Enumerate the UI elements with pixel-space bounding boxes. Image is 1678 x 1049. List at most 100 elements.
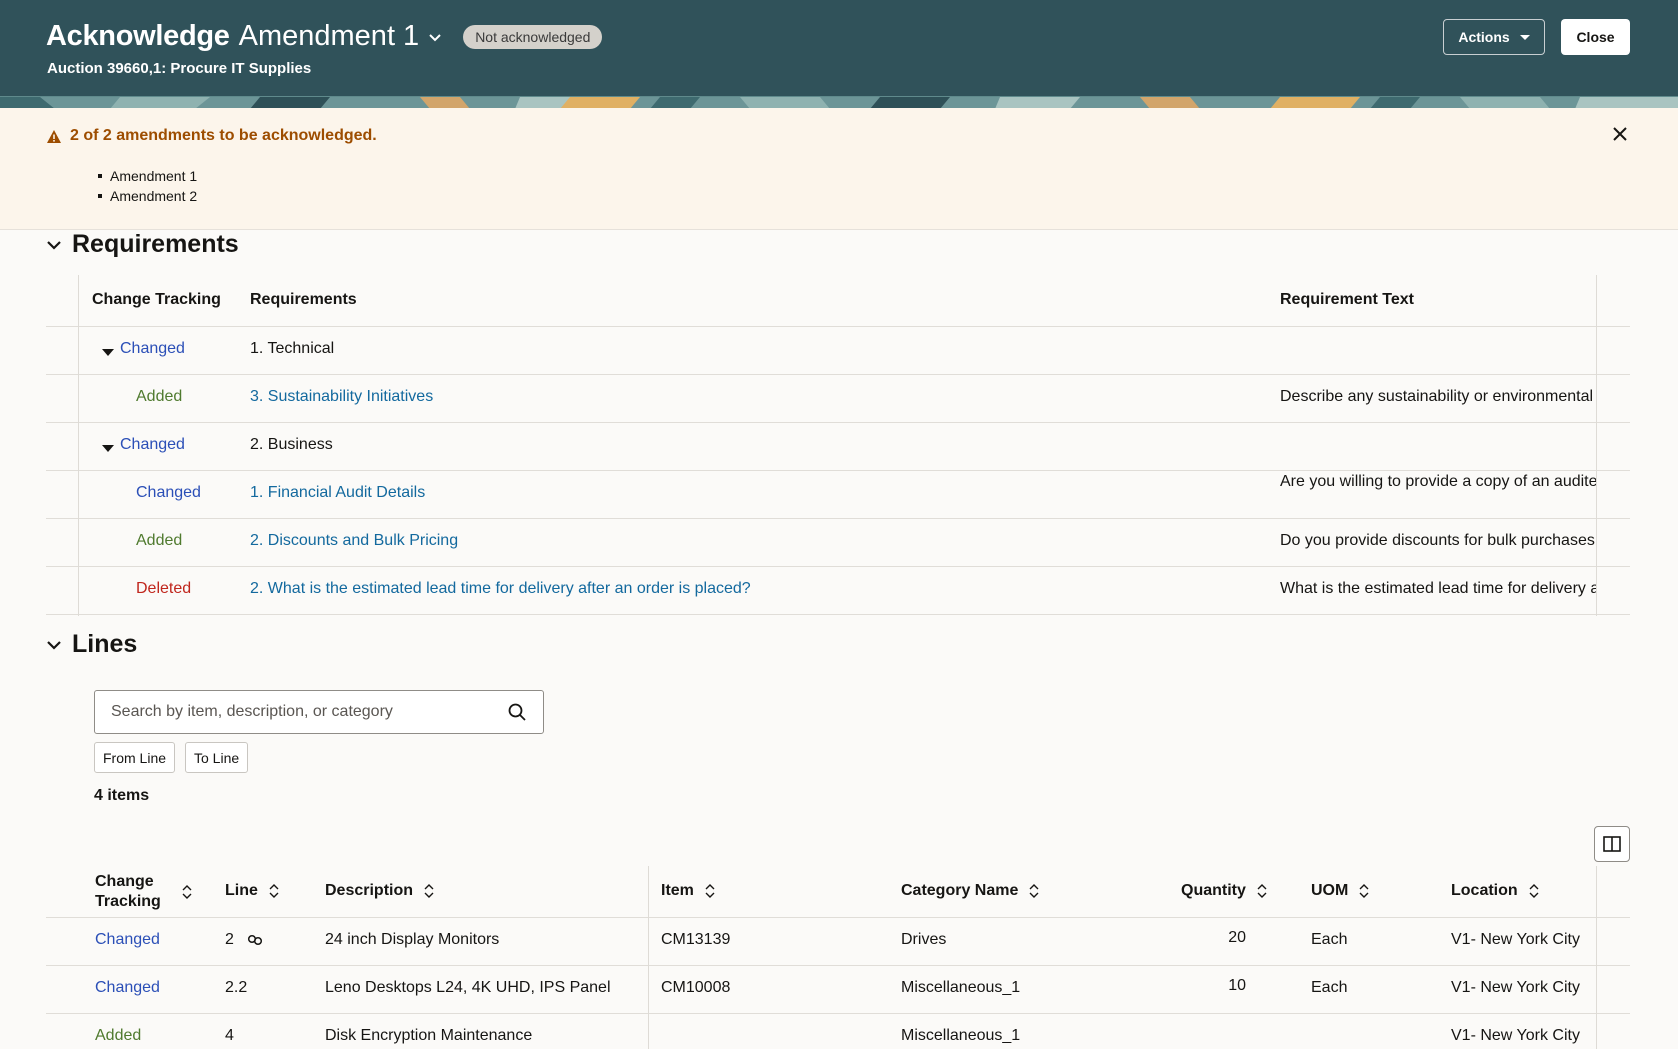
- requirement-text: What is the estimated lead time for deli…: [1280, 580, 1596, 597]
- column-divider: [1596, 866, 1597, 1049]
- column-header-category[interactable]: Category Name: [901, 882, 1040, 900]
- change-status[interactable]: Changed: [120, 340, 185, 358]
- sort-icon[interactable]: [181, 885, 193, 899]
- column-manager-button[interactable]: [1594, 826, 1630, 862]
- column-divider: [648, 866, 649, 1049]
- line-number: 4: [225, 1027, 234, 1044]
- to-line-filter[interactable]: To Line: [185, 742, 249, 773]
- column-header-uom[interactable]: UOM: [1311, 882, 1370, 900]
- requirement-text: Describe any sustainability or environme…: [1280, 388, 1594, 405]
- requirement-text: Do you provide discounts for bulk purcha…: [1280, 532, 1595, 549]
- line-quantity: 10: [1228, 977, 1246, 994]
- change-status: Added: [136, 388, 183, 405]
- requirement-link[interactable]: 1. Financial Audit Details: [250, 484, 425, 502]
- lines-search-box[interactable]: [94, 690, 544, 734]
- header-label: UOM: [1311, 882, 1349, 899]
- requirement-link[interactable]: 2. Discounts and Bulk Pricing: [250, 532, 458, 550]
- column-divider: [1596, 275, 1597, 616]
- table-row[interactable]: Changed 1. Technical: [46, 327, 1630, 375]
- column-header-change-tracking[interactable]: Change Tracking: [95, 872, 215, 912]
- change-status[interactable]: Changed: [95, 979, 160, 997]
- line-location: V1- New York City: [1451, 931, 1580, 948]
- amendment-selector-label[interactable]: Amendment 1: [239, 20, 420, 53]
- column-header-quantity[interactable]: Quantity: [1181, 882, 1268, 900]
- column-header[interactable]: Requirement Text: [1280, 291, 1414, 309]
- header-label: Location: [1451, 882, 1518, 899]
- column-header[interactable]: Change Tracking: [92, 291, 221, 309]
- line-uom: Each: [1311, 931, 1348, 948]
- table-row[interactable]: Deleted 2. What is the estimated lead ti…: [46, 567, 1630, 615]
- line-description: 24 inch Display Monitors: [325, 931, 500, 948]
- column-header-line[interactable]: Line: [225, 882, 280, 900]
- caret-down-icon[interactable]: [102, 349, 114, 356]
- sort-icon[interactable]: [1358, 884, 1370, 898]
- actions-label: Actions: [1458, 29, 1510, 45]
- line-description: Leno Desktops L24, 4K UHD, IPS Panel: [325, 979, 611, 996]
- line-category: Drives: [901, 931, 947, 948]
- table-row[interactable]: Added 3. Sustainability Initiatives Desc…: [46, 375, 1630, 423]
- table-header: Change Tracking Requirements Requirement…: [46, 275, 1630, 327]
- caret-down-icon[interactable]: [102, 445, 114, 452]
- chevron-down-icon[interactable]: [427, 29, 443, 45]
- chevron-down-icon[interactable]: [46, 237, 62, 253]
- close-icon[interactable]: [1610, 124, 1630, 144]
- change-status[interactable]: Changed: [95, 931, 160, 949]
- table-row[interactable]: Changed 2. Business: [46, 423, 1630, 471]
- sort-icon[interactable]: [1256, 884, 1268, 898]
- change-status[interactable]: Changed: [120, 436, 185, 454]
- columns-icon: [1603, 836, 1621, 852]
- column-divider: [78, 275, 79, 616]
- line-item: CM10008: [661, 979, 731, 996]
- page-title: Acknowledge: [46, 20, 230, 52]
- change-status: Added: [136, 532, 183, 549]
- column-header-item[interactable]: Item: [661, 882, 716, 900]
- header-label: Category Name: [901, 882, 1019, 899]
- change-status: Deleted: [136, 580, 192, 597]
- line-uom: Each: [1311, 979, 1348, 996]
- table-row[interactable]: Changed 1. Financial Audit Details Are y…: [46, 471, 1630, 519]
- table-header: Change Tracking Line Description Item Ca…: [46, 866, 1630, 918]
- table-row[interactable]: Added 4 Disk Encryption Maintenance Misc…: [46, 1014, 1630, 1049]
- line-number: 2: [225, 931, 234, 948]
- requirement-text: Are you willing to provide a copy of an …: [1280, 473, 1596, 490]
- from-line-filter[interactable]: From Line: [94, 742, 176, 773]
- requirement-link[interactable]: 2. What is the estimated lead time for d…: [250, 580, 751, 598]
- requirement-name: 2. Business: [250, 436, 333, 453]
- line-item: CM13139: [661, 931, 731, 948]
- lines-section-header[interactable]: Lines: [46, 630, 137, 659]
- warning-message: 2 of 2 amendments to be acknowledged.: [70, 127, 377, 144]
- table-row[interactable]: Added 2. Discounts and Bulk Pricing Do y…: [46, 519, 1630, 567]
- search-icon[interactable]: [507, 702, 527, 722]
- sort-icon[interactable]: [704, 884, 716, 898]
- search-input[interactable]: [111, 691, 491, 733]
- change-status[interactable]: Changed: [136, 484, 201, 502]
- line-description: Disk Encryption Maintenance: [325, 1027, 533, 1044]
- header-label: Item: [661, 882, 694, 899]
- column-header[interactable]: Requirements: [250, 291, 357, 309]
- link-icon[interactable]: [247, 934, 263, 946]
- sort-icon[interactable]: [1528, 884, 1540, 898]
- column-header-description[interactable]: Description: [325, 882, 435, 900]
- close-button[interactable]: Close: [1561, 19, 1630, 55]
- table-row[interactable]: Changed 2.2 Leno Desktops L24, 4K UHD, I…: [46, 966, 1630, 1014]
- lines-table: Change Tracking Line Description Item Ca…: [46, 866, 1630, 1049]
- status-badge: Not acknowledged: [463, 24, 603, 49]
- page-subtitle: Auction 39660,1: Procure IT Supplies: [47, 60, 312, 77]
- requirement-link[interactable]: 3. Sustainability Initiatives: [250, 388, 433, 406]
- change-status: Added: [95, 1027, 142, 1044]
- requirements-section-header[interactable]: Requirements: [46, 230, 239, 259]
- sort-icon[interactable]: [423, 884, 435, 898]
- sort-icon[interactable]: [1028, 884, 1040, 898]
- actions-menu-button[interactable]: Actions: [1443, 19, 1545, 55]
- column-header-location[interactable]: Location: [1451, 882, 1540, 900]
- caret-down-icon: [1519, 34, 1530, 40]
- chevron-down-icon[interactable]: [46, 637, 62, 653]
- title-row: Acknowledge Amendment 1 Not acknowledged: [46, 20, 603, 53]
- line-quantity: 20: [1228, 929, 1246, 946]
- list-item: Amendment 2: [96, 186, 197, 206]
- section-title: Requirements: [72, 230, 239, 258]
- header-label: Line: [225, 882, 258, 899]
- warning-icon: [47, 130, 61, 143]
- table-row[interactable]: Changed 2 24 inch Display Monitors CM131…: [46, 918, 1630, 966]
- sort-icon[interactable]: [268, 884, 280, 898]
